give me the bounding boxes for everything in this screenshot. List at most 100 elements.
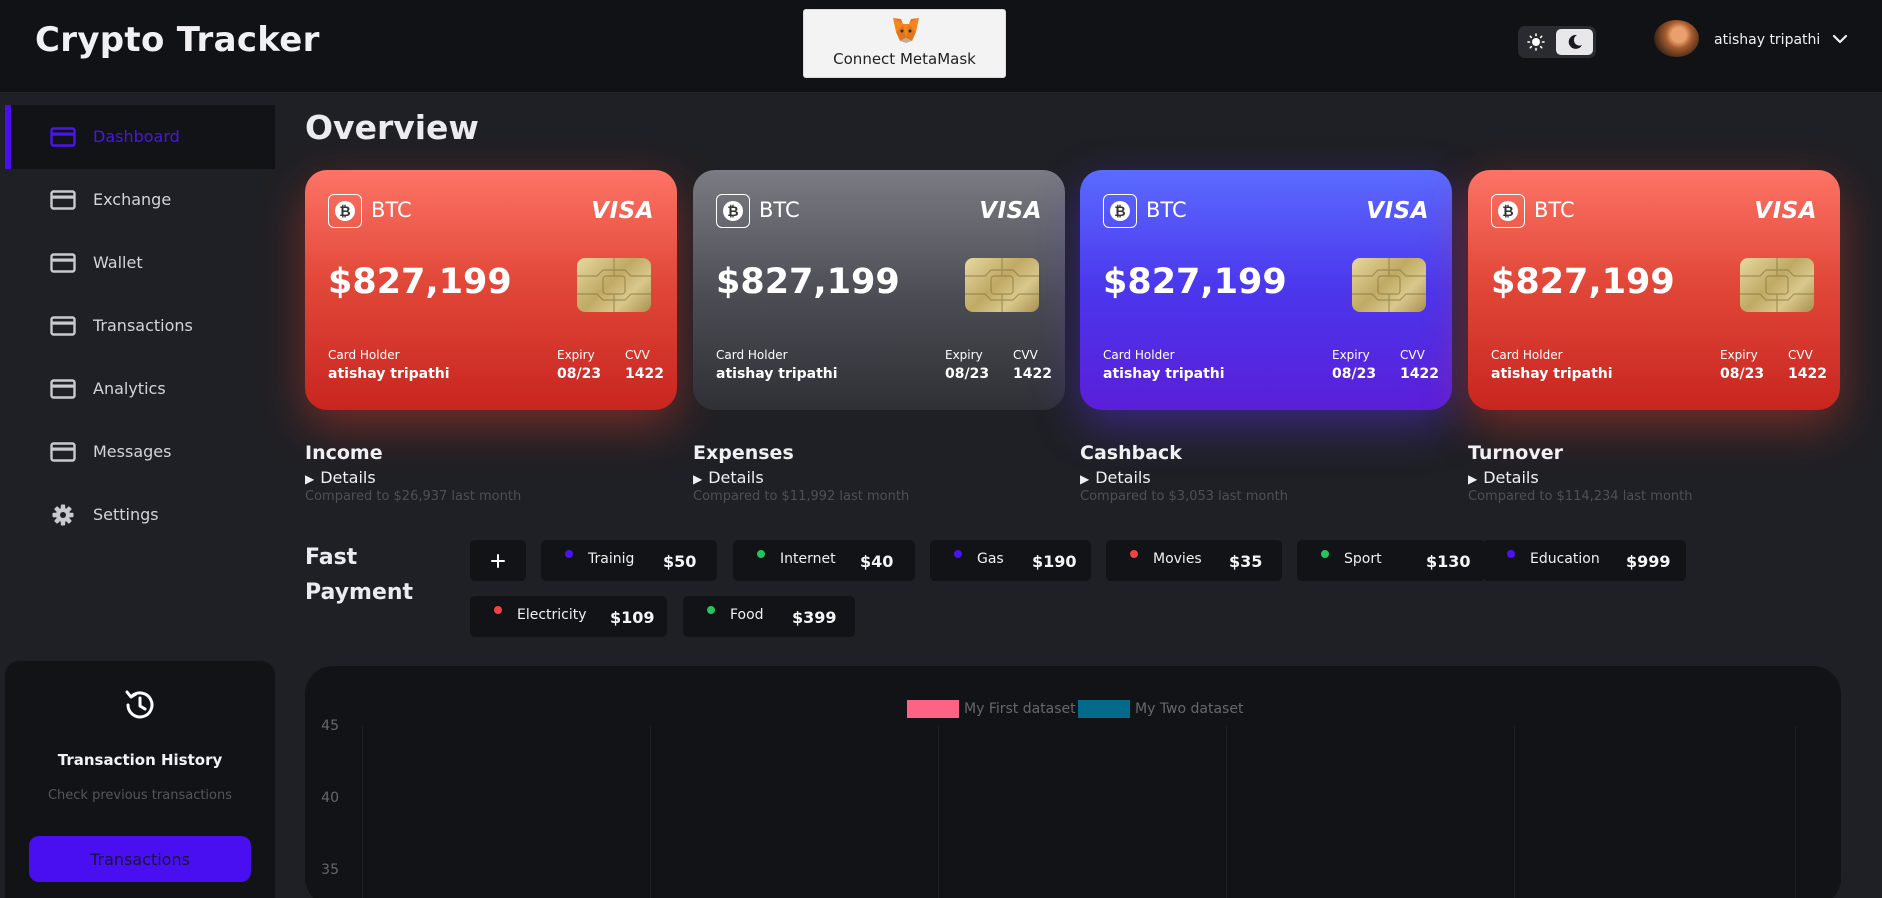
fast-payment-chip[interactable]: Food $399 (683, 596, 855, 637)
sidebar-item-analytics[interactable]: Analytics (5, 357, 275, 421)
payment-amount: $35 (1229, 552, 1263, 571)
expiry-value: 08/23 (1332, 366, 1377, 382)
status-dot (757, 550, 765, 558)
sidebar-item-exchange[interactable]: Exchange (5, 168, 275, 232)
details-toggle[interactable]: ▶ Details (693, 468, 1053, 487)
connect-metamask-button[interactable]: Connect MetaMask (803, 9, 1006, 78)
y-tick-label: 35 (321, 862, 339, 878)
credit-card[interactable]: ₿ BTC VISA $827,199 Card Holder atishay tripa… (1080, 170, 1452, 410)
gear-icon (52, 504, 74, 526)
status-dot (707, 606, 715, 614)
visa-logo: VISA (979, 198, 1042, 224)
metamask-fox-icon (893, 18, 919, 43)
bitcoin-icon: ₿ (1103, 194, 1137, 228)
sidebar-item-wallet[interactable]: Wallet (5, 231, 275, 295)
sidebar-item-label: Analytics (93, 379, 166, 398)
fast-payment-chip[interactable]: Movies $35 (1106, 540, 1282, 581)
sidebar-item-dashboard[interactable]: Dashboard (5, 105, 275, 169)
details-toggle[interactable]: ▶ Details (1468, 468, 1828, 487)
chip-icon (1740, 258, 1814, 312)
theme-toggle[interactable] (1518, 26, 1596, 58)
expiry-value: 08/23 (945, 366, 990, 382)
chip-icon (577, 258, 651, 312)
plus-icon (491, 553, 505, 568)
triangle-right-icon: ▶ (1468, 472, 1478, 486)
stat-name: Turnover (1468, 442, 1563, 464)
transactions-button[interactable]: Transactions (29, 836, 251, 882)
stat-name: Cashback (1080, 442, 1182, 464)
credit-card[interactable]: ₿ BTC VISA $827,199 Card Holder atishay tripa… (693, 170, 1065, 410)
credit-card[interactable]: ₿ BTC VISA $827,199 Card Holder atishay tripa… (1468, 170, 1840, 410)
light-mode-button[interactable] (1522, 29, 1550, 55)
fast-payment-chip[interactable]: Gas $190 (930, 540, 1091, 581)
details-label: Details (320, 468, 376, 487)
expiry-value: 08/23 (1720, 366, 1765, 382)
cvv-value: 1422 (1400, 366, 1439, 382)
y-tick-label: 40 (321, 790, 339, 806)
sidebar-item-label: Wallet (93, 253, 143, 272)
cvv-value: 1422 (625, 366, 664, 382)
legend-label-two[interactable]: My Two dataset (1135, 701, 1243, 717)
credit-card[interactable]: ₿ BTC VISA $827,199 Card Holder atishay tripa… (305, 170, 677, 410)
grid-line (938, 726, 939, 898)
sidebar-item-label: Dashboard (93, 127, 180, 146)
details-label: Details (1483, 468, 1539, 487)
fast-payment-chip[interactable]: Internet $40 (733, 540, 915, 581)
svg-text:₿: ₿ (727, 204, 738, 220)
legend-swatch-first[interactable] (907, 700, 959, 718)
status-dot (494, 606, 502, 614)
details-toggle[interactable]: ▶ Details (1080, 468, 1440, 487)
transaction-history-card: Transaction History Check previous trans… (5, 661, 275, 898)
fast-payment-chip[interactable]: Sport $130 (1297, 540, 1485, 581)
sidebar-item-label: Exchange (93, 190, 172, 209)
status-dot (565, 550, 573, 558)
stat-turnover: Turnover ▶ Details Compared to $114,234 l… (1468, 442, 1828, 512)
triangle-right-icon: ▶ (305, 472, 315, 486)
triangle-right-icon: ▶ (693, 472, 703, 486)
details-toggle[interactable]: ▶ Details (305, 468, 665, 487)
stat-compare: Compared to $26,937 last month (305, 489, 522, 504)
bitcoin-icon: ₿ (328, 194, 362, 228)
status-dot (1507, 550, 1515, 558)
expiry-label: Expiry (1332, 348, 1370, 362)
legend-label-first[interactable]: My First dataset (964, 701, 1076, 717)
legend-swatch-two[interactable] (1078, 700, 1130, 718)
add-payment-button[interactable] (470, 540, 526, 581)
fast-payment-title: Fast Payment (305, 540, 413, 610)
expiry-label: Expiry (1720, 348, 1758, 362)
active-indicator (5, 105, 11, 169)
payment-label: Trainig (588, 551, 635, 567)
visa-logo: VISA (591, 198, 654, 224)
payment-amount: $999 (1626, 552, 1671, 571)
payment-label: Gas (977, 551, 1004, 567)
chip-icon (965, 258, 1039, 312)
avatar[interactable] (1654, 20, 1699, 57)
user-name[interactable]: atishay tripathi (1714, 32, 1820, 48)
payment-amount: $399 (792, 608, 837, 627)
grid-line (1795, 726, 1796, 898)
chevron-down-icon[interactable] (1832, 33, 1848, 45)
card-balance: $827,199 (1103, 262, 1287, 302)
svg-text:₿: ₿ (1114, 204, 1125, 220)
grid-line (650, 726, 651, 898)
card-icon (50, 379, 76, 399)
payment-label: Sport (1344, 551, 1382, 567)
cvv-label: CVV (1013, 348, 1038, 362)
card-holder-name: atishay tripathi (716, 366, 838, 382)
fast-payment-chip[interactable]: Education $999 (1483, 540, 1686, 581)
fast-payment-chip[interactable]: Trainig $50 (541, 540, 717, 581)
fast-payment-title-line1: Fast (305, 545, 358, 570)
expiry-label: Expiry (945, 348, 983, 362)
y-tick-label: 45 (321, 718, 339, 734)
cvv-label: CVV (1400, 348, 1425, 362)
details-label: Details (1095, 468, 1151, 487)
card-icon (50, 253, 76, 273)
sidebar-item-transactions[interactable]: Transactions (5, 294, 275, 358)
sidebar-item-messages[interactable]: Messages (5, 420, 275, 484)
chart-panel: My First dataset My Two dataset 45 40 35 (305, 666, 1841, 898)
coin-label: BTC (1534, 198, 1575, 222)
dark-mode-button[interactable] (1556, 29, 1593, 55)
fast-payment-chip[interactable]: Electricity $109 (470, 596, 667, 637)
sidebar-item-settings[interactable]: Settings (5, 483, 275, 547)
stat-expenses: Expenses ▶ Details Compared to $11,992 la… (693, 442, 1053, 512)
